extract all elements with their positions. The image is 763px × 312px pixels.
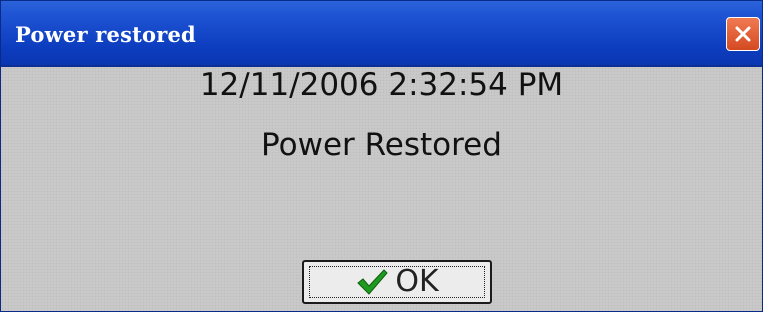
close-button[interactable]: [726, 17, 760, 51]
dialog-window: Power restored 12/11/2006 2:32:54 PM Pow…: [0, 0, 763, 312]
close-icon: [735, 26, 751, 42]
dialog-body: 12/11/2006 2:32:54 PM Power Restored OK: [1, 67, 762, 311]
timestamp-text: 12/11/2006 2:32:54 PM: [199, 67, 564, 103]
message-text: Power Restored: [261, 127, 502, 163]
ok-button[interactable]: OK: [302, 260, 492, 304]
checkmark-icon: [357, 269, 389, 295]
title-bar[interactable]: Power restored: [1, 1, 762, 67]
ok-label: OK: [395, 264, 439, 299]
window-title: Power restored: [15, 22, 196, 47]
